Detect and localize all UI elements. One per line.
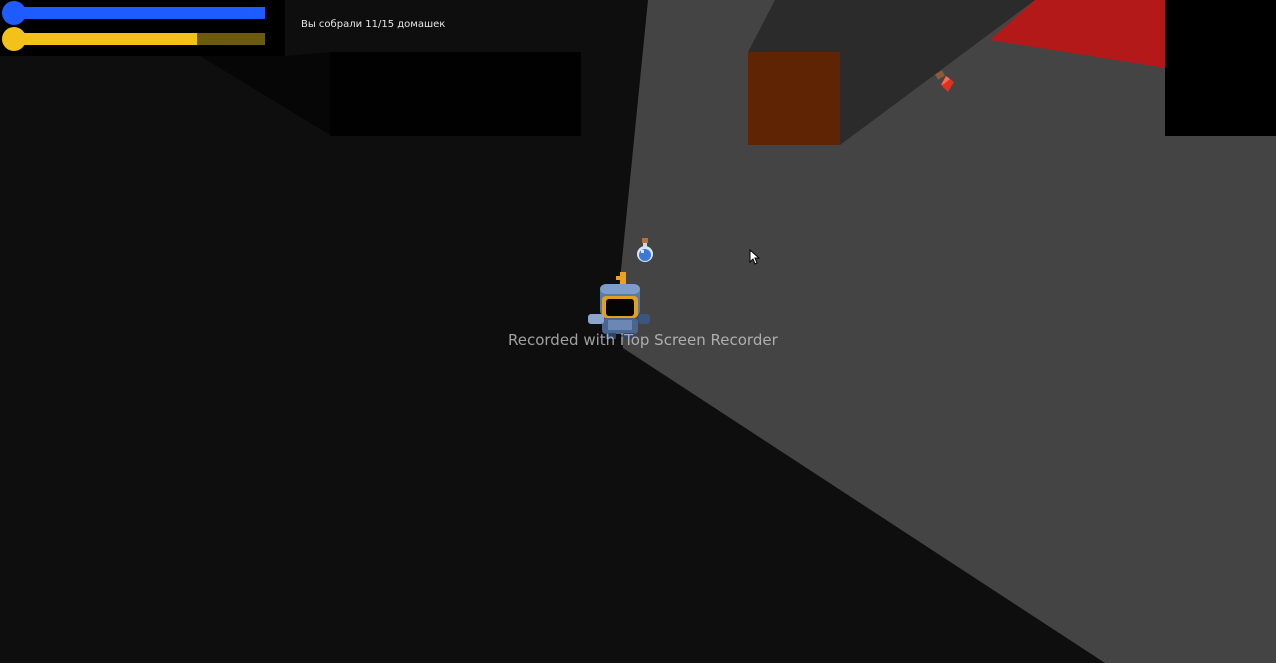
health-bar (2, 1, 265, 25)
health-bar-fill (14, 7, 265, 19)
hud-panel (0, 0, 285, 56)
recorder-watermark: Recorded with iTop Screen Recorder (508, 331, 778, 349)
dark-block (330, 52, 581, 136)
game-viewport[interactable]: Вы собрали 11/15 домашек Recorded with i… (0, 0, 1276, 663)
black-block (1165, 0, 1276, 136)
stamina-bar (2, 27, 265, 51)
mouse-cursor-icon (749, 249, 761, 265)
red-gem-icon (935, 70, 954, 92)
stamina-bar-fill (14, 33, 198, 45)
crate (748, 52, 840, 145)
health-bar-knob (2, 1, 26, 25)
blue-potion-icon (637, 238, 653, 262)
collected-status-text: Вы собрали 11/15 домашек (301, 19, 446, 30)
stamina-bar-knob (2, 27, 26, 51)
knight-icon (588, 272, 650, 339)
